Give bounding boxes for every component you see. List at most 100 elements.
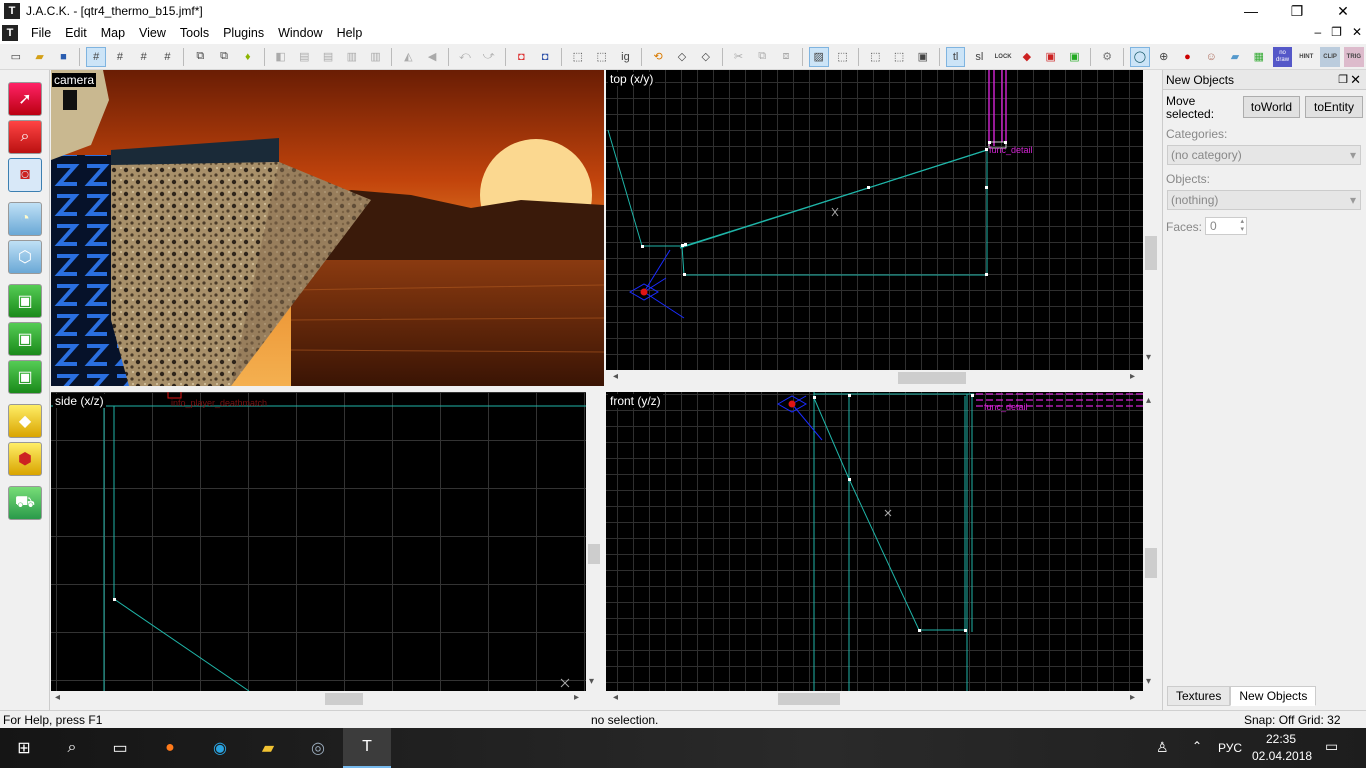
- mdi-restore-button[interactable]: ❐: [1331, 25, 1342, 39]
- menu-view[interactable]: View: [132, 26, 173, 40]
- language-indicator[interactable]: РУС: [1218, 741, 1242, 755]
- entity-point-icon[interactable]: ●: [1178, 47, 1198, 67]
- notification-icon[interactable]: ▭: [1325, 738, 1338, 755]
- ignore-icon[interactable]: ⊕: [1154, 47, 1174, 67]
- nodraw-texture-button[interactable]: no draw: [1272, 46, 1293, 67]
- red-box-icon[interactable]: ▣: [1041, 47, 1061, 67]
- hint-texture-button[interactable]: HINT: [1296, 47, 1316, 67]
- to-entity-button[interactable]: toEntity: [1305, 96, 1363, 118]
- close-button[interactable]: ✕: [1320, 0, 1366, 22]
- document-icon[interactable]: T: [2, 25, 18, 41]
- front-view-hscroll-thumb[interactable]: [778, 693, 840, 705]
- top-view-hscroll-thumb[interactable]: [898, 372, 966, 384]
- align-right-icon[interactable]: ▤: [318, 47, 338, 67]
- run-map-icon[interactable]: ⚙: [1097, 47, 1117, 67]
- copy-icon[interactable]: ⧉: [752, 47, 772, 67]
- ungroup-icon[interactable]: ⧉: [214, 47, 234, 67]
- side-view-vscroll-thumb[interactable]: [588, 544, 600, 564]
- menu-plugins[interactable]: Plugins: [216, 26, 271, 40]
- face-edit-icon[interactable]: ◇: [672, 47, 692, 67]
- top-view-vscrollbar[interactable]: ▾: [1143, 70, 1159, 370]
- camera-view[interactable]: camera: [51, 70, 604, 386]
- objects-select[interactable]: (nothing): [1167, 190, 1361, 210]
- vertex-edit-icon[interactable]: ◇: [696, 47, 716, 67]
- tab-new-objects[interactable]: New Objects: [1230, 686, 1317, 706]
- firefox-icon[interactable]: ●: [146, 728, 194, 768]
- sky-texture-icon[interactable]: ▰: [1225, 47, 1245, 67]
- ignore-groups-button[interactable]: ig: [616, 47, 636, 67]
- film-icon[interactable]: ▦: [1249, 47, 1269, 67]
- lock-button[interactable]: LOCK: [993, 47, 1013, 67]
- clock-date[interactable]: 02.04.2018: [1252, 749, 1312, 763]
- side-view-vscrollbar[interactable]: ▾: [586, 392, 602, 691]
- clock-time[interactable]: 22:35: [1266, 732, 1296, 746]
- trigger-texture-button[interactable]: TRIG: [1343, 46, 1364, 67]
- entity-tool-icon[interactable]: ♦: [238, 47, 258, 67]
- align-left-icon[interactable]: ▤: [294, 47, 314, 67]
- menu-file[interactable]: File: [24, 26, 58, 40]
- maximize-button[interactable]: ❐: [1274, 0, 1320, 22]
- save-file-icon[interactable]: ■: [54, 47, 74, 67]
- clip-texture-button[interactable]: CLIP: [1320, 46, 1340, 67]
- menu-edit[interactable]: Edit: [58, 26, 94, 40]
- rotate-right-icon[interactable]: ⤻: [479, 47, 499, 67]
- tab-textures[interactable]: Textures: [1167, 686, 1231, 706]
- texture-lock-icon[interactable]: ⟲: [648, 47, 668, 67]
- scale-lock-button[interactable]: sl: [969, 47, 989, 67]
- bounding-box-icon[interactable]: ⬚: [833, 47, 853, 67]
- menu-help[interactable]: Help: [330, 26, 370, 40]
- front-view-vscroll-thumb[interactable]: [1145, 548, 1157, 578]
- vis-group-icon[interactable]: ◯: [1130, 46, 1150, 67]
- path-tool-icon[interactable]: ⛟: [8, 486, 42, 520]
- file-explorer-icon[interactable]: ▰: [244, 728, 292, 768]
- menu-tools[interactable]: Tools: [173, 26, 216, 40]
- mdi-close-button[interactable]: ✕: [1352, 25, 1362, 39]
- block-tool-icon[interactable]: ⬡: [8, 240, 42, 274]
- magnify-tool-icon[interactable]: ⌕: [8, 120, 42, 154]
- tray-chevron-icon[interactable]: ⌃: [1192, 739, 1202, 753]
- stepper-arrows-icon[interactable]: ▴ ▾: [1240, 218, 1244, 234]
- menu-window[interactable]: Window: [271, 26, 329, 40]
- clipping-tool-icon[interactable]: ◆: [8, 404, 42, 438]
- hollow-icon[interactable]: ◘: [511, 47, 531, 67]
- hatch-fill-icon[interactable]: ▨: [808, 46, 829, 67]
- panel-close-icon[interactable]: ✕: [1350, 72, 1361, 88]
- flip-vertical-icon[interactable]: ◀: [422, 47, 442, 67]
- steam-icon[interactable]: ◎: [294, 728, 342, 768]
- decal-tool-icon[interactable]: ▣: [8, 360, 42, 394]
- align-bottom-icon[interactable]: ▥: [366, 47, 386, 67]
- crop-icon[interactable]: ⬚: [865, 47, 885, 67]
- side-view-hscrollbar[interactable]: ◂ ▸: [51, 691, 586, 707]
- select-region-icon[interactable]: ⬚: [889, 47, 909, 67]
- top-view-vscroll-thumb[interactable]: [1145, 236, 1157, 270]
- faces-stepper[interactable]: 0 ▴ ▾: [1205, 217, 1247, 235]
- selection-tool-icon[interactable]: ➚: [8, 82, 42, 116]
- grid-toggle-icon[interactable]: #: [86, 46, 107, 67]
- top-view[interactable]: func_detail top (x/y): [606, 70, 1143, 370]
- top-view-hscrollbar[interactable]: ◂ ▸: [606, 370, 1143, 386]
- to-world-button[interactable]: toWorld: [1243, 96, 1300, 118]
- side-view-hscroll-thumb[interactable]: [325, 693, 363, 705]
- cut-icon[interactable]: ✂: [729, 47, 749, 67]
- mdi-minimize-button[interactable]: –: [1314, 25, 1321, 39]
- apply-texture-icon[interactable]: ▣: [8, 322, 42, 356]
- flip-horizontal-icon[interactable]: ◭: [398, 47, 418, 67]
- green-box-icon[interactable]: ▣: [1065, 47, 1085, 67]
- entity-color-icon[interactable]: ◆: [1017, 47, 1037, 67]
- smaller-grid-icon[interactable]: #: [134, 47, 154, 67]
- people-icon[interactable]: ♙: [1156, 739, 1169, 756]
- task-view-icon[interactable]: ▭: [96, 728, 144, 768]
- front-view-vscrollbar[interactable]: ▴ ▾: [1143, 392, 1159, 691]
- 3d-view-icon[interactable]: ▣: [913, 47, 933, 67]
- texture-application-icon[interactable]: ▣: [8, 284, 42, 318]
- menu-map[interactable]: Map: [94, 26, 132, 40]
- telegram-icon[interactable]: ◉: [196, 728, 244, 768]
- front-view[interactable]: func_detail front (y/z): [606, 392, 1143, 691]
- make-hollow-icon[interactable]: ◘: [535, 47, 555, 67]
- camera-tool-icon[interactable]: ◙: [8, 158, 42, 192]
- vertex-tool-icon[interactable]: ⬢: [8, 442, 42, 476]
- search-icon[interactable]: ⌕: [48, 728, 96, 768]
- select-all-icon[interactable]: ⬚: [568, 47, 588, 67]
- rotate-left-icon[interactable]: ⤺: [455, 47, 475, 67]
- texture-lock-button[interactable]: tl: [945, 46, 966, 67]
